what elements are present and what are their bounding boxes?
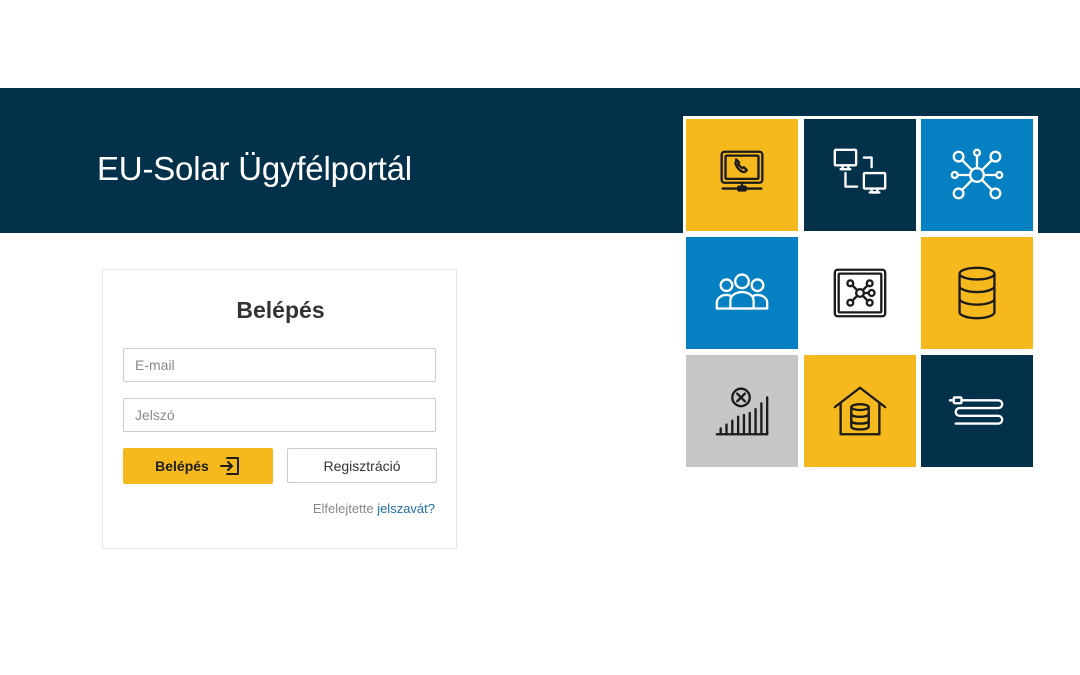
cable-icon <box>948 396 1004 425</box>
house-database-icon <box>833 386 887 436</box>
password-field[interactable] <box>123 398 436 432</box>
forgot-password-link[interactable]: jelszavát? <box>377 501 435 516</box>
phone-monitor-icon <box>720 150 764 192</box>
tile-cable <box>921 355 1033 467</box>
signal-error-icon <box>715 387 769 436</box>
login-button[interactable]: Belépés <box>123 448 273 484</box>
tile-house-db <box>804 355 916 467</box>
register-button[interactable]: Regisztráció <box>287 448 437 483</box>
users-group-icon <box>715 273 769 310</box>
icon-tile-grid <box>683 116 1038 471</box>
network-box-icon <box>833 268 887 318</box>
tile-database <box>921 237 1033 349</box>
hub-nodes-icon <box>950 148 1004 200</box>
tile-hub <box>921 119 1033 231</box>
tile-users <box>686 237 798 349</box>
forgot-password: Elfelejtette jelszavát? <box>313 501 435 516</box>
tile-signal <box>686 355 798 467</box>
tile-network <box>804 119 916 231</box>
database-icon <box>958 266 996 320</box>
network-computers-icon <box>833 148 887 194</box>
tile-phone <box>686 119 798 231</box>
sign-in-icon <box>219 457 239 475</box>
email-field[interactable] <box>123 348 436 382</box>
login-title: Belépés <box>236 297 325 323</box>
login-card: Belépés Belépés Regisztráció Elfelejtett… <box>102 269 457 549</box>
page-title: EU-Solar Ügyfélportál <box>97 150 412 187</box>
forgot-prefix: Elfelejtette <box>312 501 374 516</box>
tile-network-box <box>804 237 916 349</box>
login-button-label: Belépés <box>155 458 209 474</box>
